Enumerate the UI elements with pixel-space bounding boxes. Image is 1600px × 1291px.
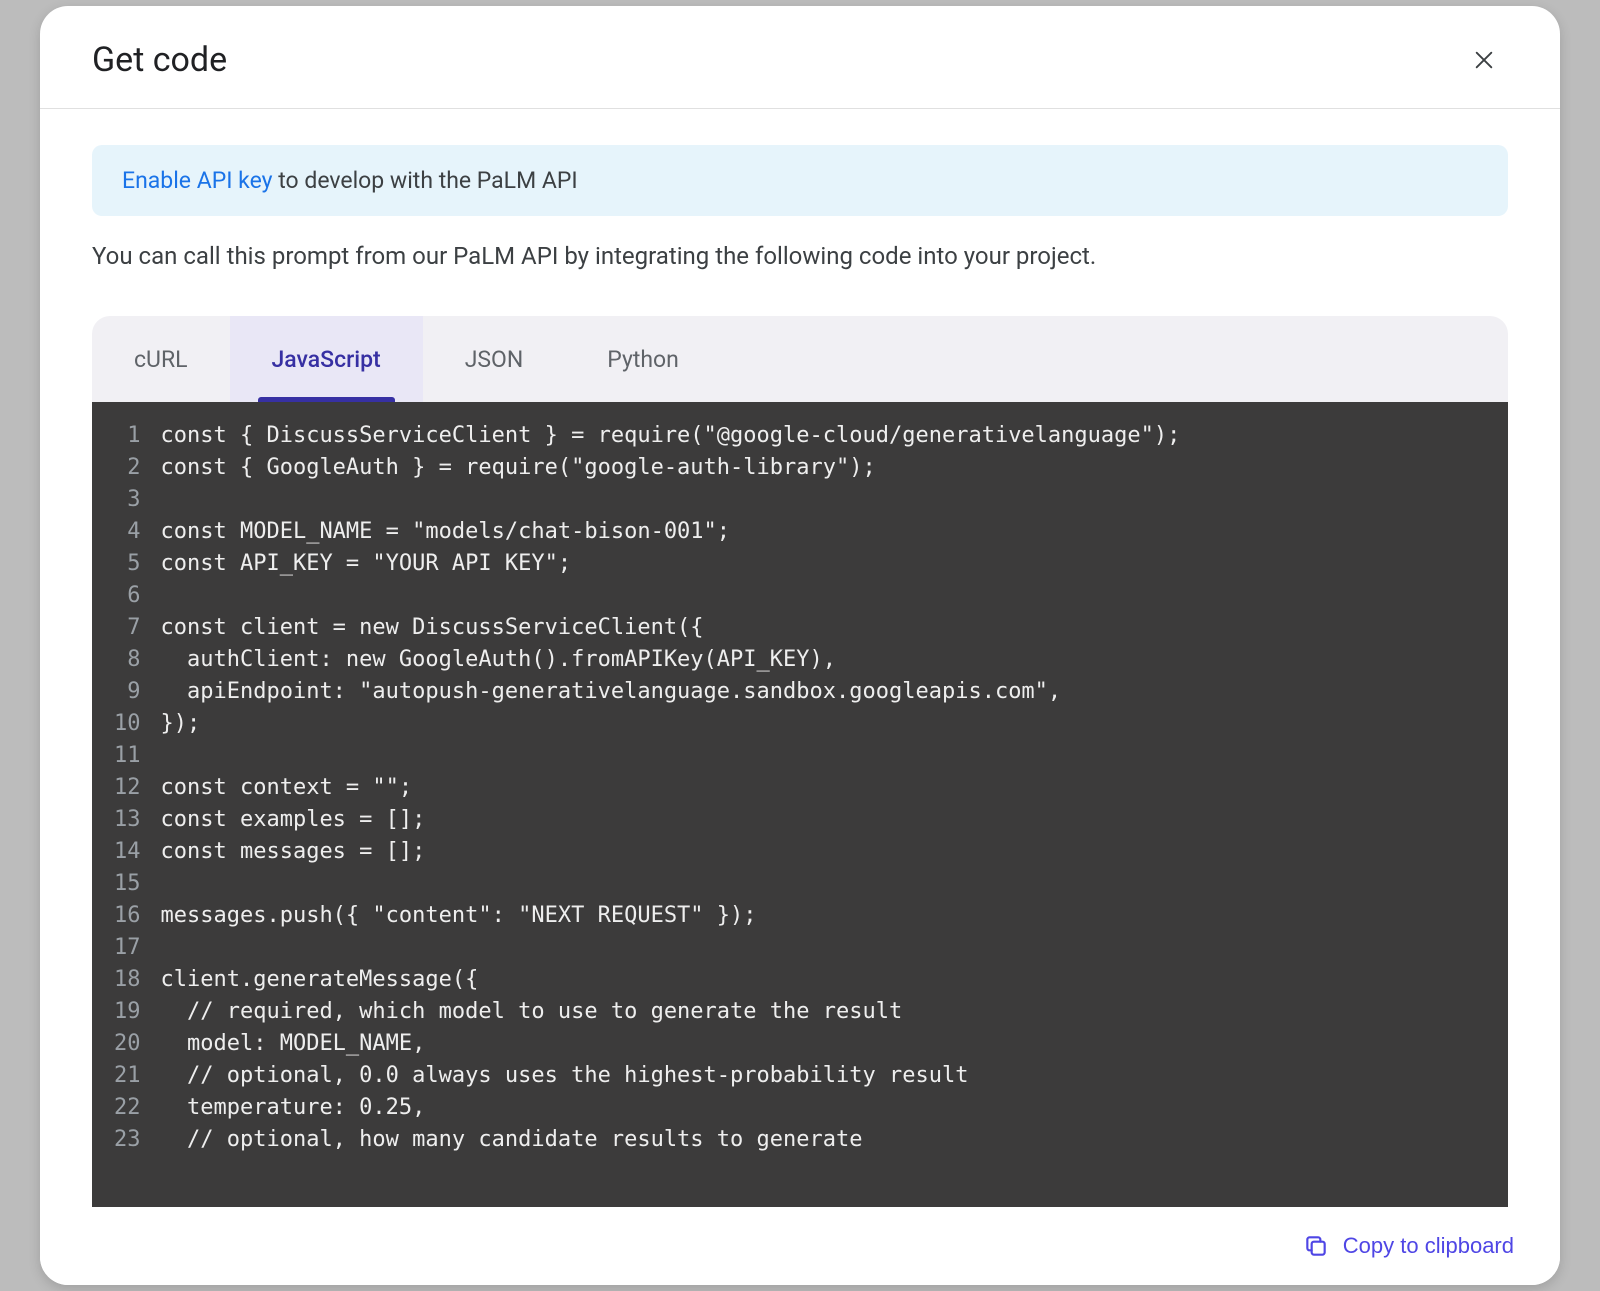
tab-curl[interactable]: cURL xyxy=(92,316,230,402)
copy-to-clipboard-button[interactable]: Copy to clipboard xyxy=(1303,1233,1514,1259)
code-card: cURL JavaScript JSON Python 1 2 3 4 5 6 … xyxy=(92,316,1508,1207)
language-tabs: cURL JavaScript JSON Python xyxy=(92,316,1508,402)
tab-javascript[interactable]: JavaScript xyxy=(230,316,423,402)
copy-label: Copy to clipboard xyxy=(1343,1233,1514,1259)
tab-python[interactable]: Python xyxy=(565,316,721,402)
enable-api-banner: Enable API key to develop with the PaLM … xyxy=(92,145,1508,216)
modal-header: Get code xyxy=(40,6,1560,109)
description-text: You can call this prompt from our PaLM A… xyxy=(92,242,1508,270)
tab-json[interactable]: JSON xyxy=(423,316,566,402)
copy-icon xyxy=(1303,1233,1329,1259)
enable-api-link[interactable]: Enable API key xyxy=(122,167,273,194)
modal-body: Enable API key to develop with the PaLM … xyxy=(40,109,1560,1207)
line-numbers: 1 2 3 4 5 6 7 8 9 10 11 12 13 14 15 16 1… xyxy=(92,402,153,1207)
banner-text: to develop with the PaLM API xyxy=(273,167,578,194)
get-code-modal: Get code Enable API key to develop with … xyxy=(40,6,1560,1285)
close-button[interactable] xyxy=(1464,40,1504,80)
modal-title: Get code xyxy=(92,40,227,80)
code-block[interactable]: 1 2 3 4 5 6 7 8 9 10 11 12 13 14 15 16 1… xyxy=(92,402,1508,1207)
code-content: const { DiscussServiceClient } = require… xyxy=(153,402,1199,1207)
close-icon xyxy=(1473,49,1495,71)
modal-footer: Copy to clipboard xyxy=(40,1207,1560,1285)
